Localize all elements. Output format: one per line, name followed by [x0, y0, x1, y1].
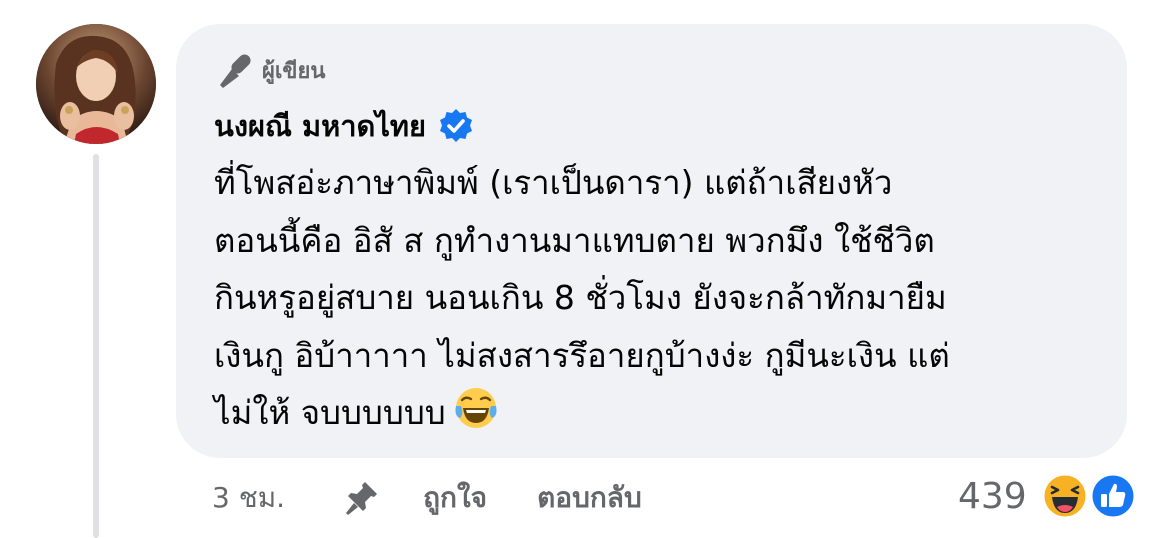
like-reaction-icon	[1089, 472, 1137, 520]
haha-reaction-icon	[1041, 472, 1089, 520]
comment-line: ที่โพสอ่ะภาษาพิมพ์ (เราเป็นดารา) แต่ถ้าเ…	[214, 163, 893, 202]
comment-line-text: ไม่ให้ จบบบบบบ	[214, 393, 446, 432]
reaction-summary[interactable]: 439	[958, 470, 1139, 522]
comment-line: เงินกู อิบ้าาาาา ไม่สงสารรึอายกูบ้างง่ะ …	[214, 335, 950, 375]
microphone-icon	[220, 54, 251, 88]
author-avatar[interactable]	[36, 24, 156, 144]
reaction-count: 439	[958, 475, 1027, 517]
badge-label: ผู้เขียน	[262, 58, 326, 84]
comment-line: กินหรูอยู่สบาย นอนเกิน 8 ชั่วโมง ยังจะกล…	[214, 278, 947, 317]
comment-timestamp[interactable]: 3 ชม.	[212, 476, 285, 520]
author-name[interactable]: นงผณี มหาดไทย	[214, 103, 426, 149]
verified-badge-icon	[440, 109, 473, 142]
avatar-photo	[36, 24, 156, 144]
author-badge: ผู้เขียน	[214, 50, 1091, 90]
comment-bubble: ผู้เขียน นงผณี มหาดไทย ที่โพสอ่ะภาษาพิมพ…	[176, 24, 1127, 458]
comment-text: ที่โพสอ่ะภาษาพิมพ์ (เราเป็นดารา) แต่ถ้าเ…	[214, 154, 1091, 442]
laughing-tears-emoji-icon	[455, 388, 497, 428]
like-button[interactable]: ถูกใจ	[423, 476, 487, 520]
reply-button[interactable]: ตอบกลับ	[537, 476, 642, 520]
comment-line: ตอนนี้คือ อิสั ส กูทำงานมาแทบตาย พวกมึง …	[214, 220, 935, 260]
comment-line-last: ไม่ให้ จบบบบบบ	[214, 384, 1091, 442]
thread-line	[93, 154, 99, 538]
pin-icon[interactable]	[341, 478, 381, 518]
reaction-icons	[1041, 472, 1139, 520]
comment-actions: 3 ชม. ถูกใจ ตอบกลับ	[212, 476, 642, 520]
